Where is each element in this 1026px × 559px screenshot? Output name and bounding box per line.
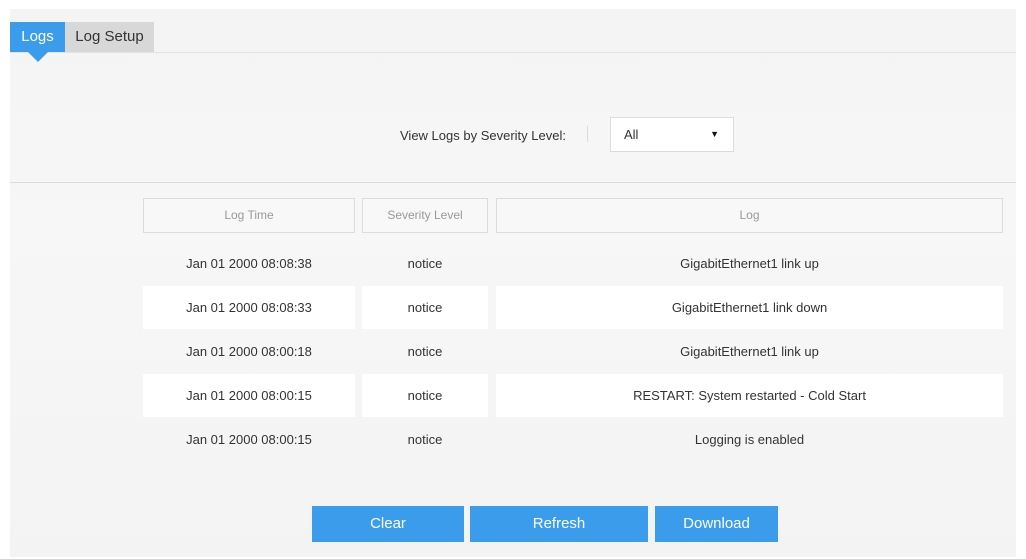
header-severity-level: Severity Level bbox=[362, 198, 488, 233]
cell-log-time: Jan 01 2000 08:00:15 bbox=[186, 432, 312, 447]
cell-log-time: Jan 01 2000 08:00:18 bbox=[186, 344, 312, 359]
tab-logs[interactable]: Logs bbox=[10, 22, 65, 62]
cell-log-message: Logging is enabled bbox=[694, 432, 805, 447]
cell-log-time: Jan 01 2000 08:08:33 bbox=[186, 300, 312, 315]
severity-filter-label: View Logs by Severity Level: bbox=[400, 128, 566, 143]
tab-logs-label: Logs bbox=[21, 28, 54, 45]
refresh-button[interactable]: Refresh bbox=[470, 506, 648, 542]
divider bbox=[10, 182, 1016, 183]
download-button[interactable]: Download bbox=[655, 506, 778, 542]
cell-severity: notice bbox=[407, 256, 443, 271]
cell-log-message: GigabitEthernet1 link up bbox=[680, 256, 819, 271]
cell-log-message: RESTART: System restarted - Cold Start bbox=[633, 388, 866, 403]
filter-separator bbox=[587, 126, 588, 142]
severity-level-select[interactable]: All ▼ bbox=[610, 117, 734, 152]
active-tab-pointer bbox=[28, 52, 48, 62]
tab-log-setup[interactable]: Log Setup bbox=[65, 22, 154, 52]
clear-button[interactable]: Clear bbox=[312, 506, 464, 542]
cell-log-time: Jan 01 2000 08:08:38 bbox=[186, 256, 312, 271]
cell-log-time: Jan 01 2000 08:00:15 bbox=[186, 388, 312, 403]
tab-log-setup-label: Log Setup bbox=[75, 28, 144, 45]
cell-severity: notice bbox=[407, 344, 443, 359]
cell-log-message: GigabitEthernet1 link up bbox=[680, 344, 819, 359]
cell-log-message: GigabitEthernet1 link down bbox=[671, 300, 828, 315]
cell-severity: notice bbox=[407, 432, 443, 447]
tab-bar: Logs Log Setup bbox=[10, 9, 1016, 62]
header-log-time: Log Time bbox=[143, 198, 355, 233]
header-log: Log bbox=[496, 198, 1003, 233]
cell-severity: notice bbox=[407, 388, 443, 403]
severity-level-value: All bbox=[624, 127, 639, 142]
dropdown-arrow-icon: ▼ bbox=[710, 129, 719, 139]
cell-severity: notice bbox=[407, 300, 443, 315]
